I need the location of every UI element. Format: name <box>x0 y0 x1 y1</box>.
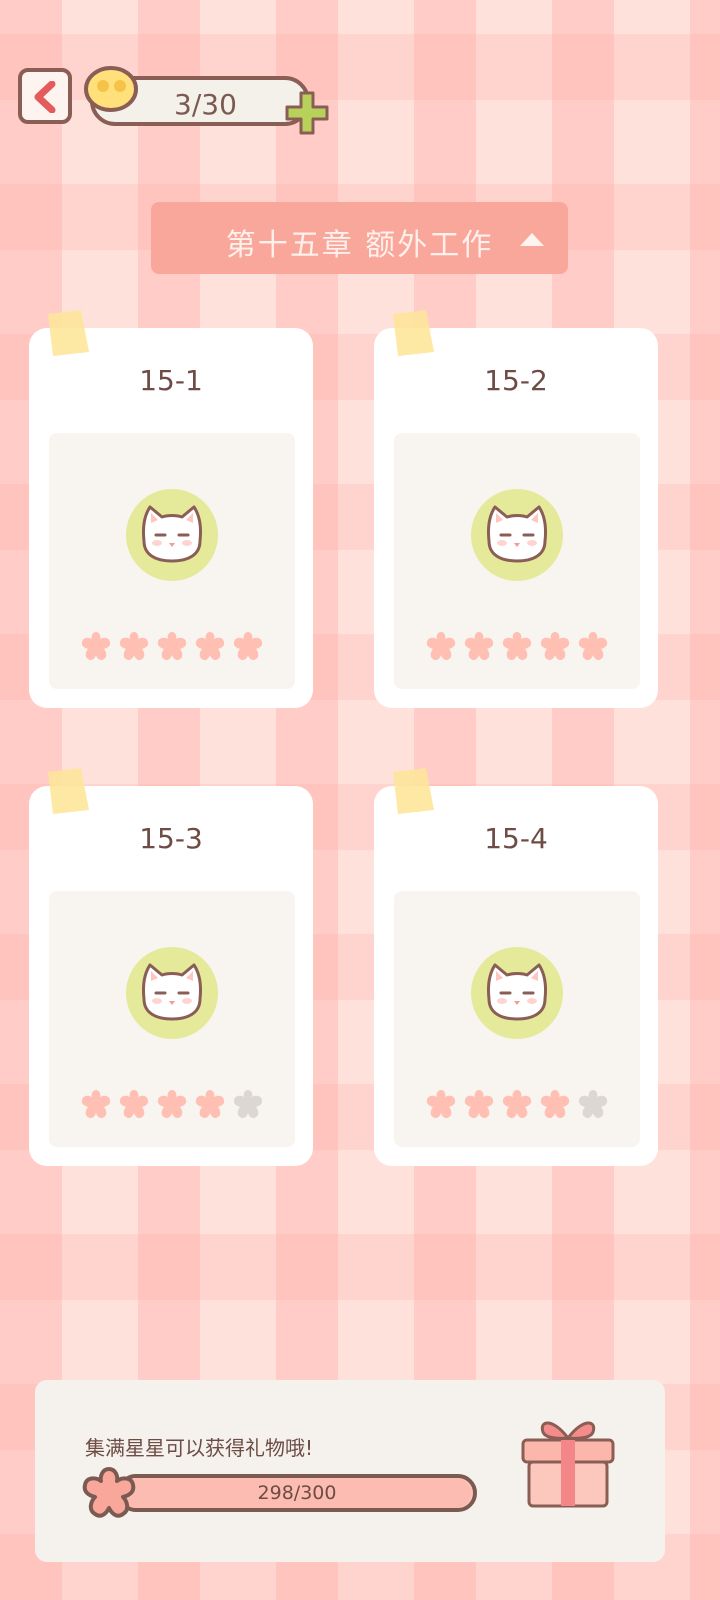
level-label: 15-2 <box>484 364 548 397</box>
star-filled-icon <box>502 632 532 661</box>
star-filled-icon <box>540 1090 570 1119</box>
star-filled-icon <box>464 1090 494 1119</box>
star-filled-icon <box>502 1090 532 1119</box>
chevron-left-icon <box>34 81 56 113</box>
progress-text: 298/300 <box>257 1482 337 1504</box>
star-empty-icon <box>233 1090 263 1119</box>
top-bar: 3/30 <box>18 66 338 136</box>
back-button[interactable] <box>18 68 72 124</box>
level-preview <box>49 433 295 689</box>
star-filled-icon <box>119 632 149 661</box>
tape-decoration <box>48 310 89 356</box>
star-rating <box>79 629 269 663</box>
star-filled-icon <box>157 1090 187 1119</box>
level-label: 15-4 <box>484 822 548 855</box>
add-coin-button[interactable] <box>284 90 330 136</box>
star-filled-icon <box>81 632 111 661</box>
tape-decoration <box>393 768 434 814</box>
cat-avatar-icon <box>471 947 563 1039</box>
gift-progress-panel: 集满星星可以获得礼物哦! 298/300 <box>35 1380 665 1562</box>
star-filled-icon <box>195 1090 225 1119</box>
coin-face-icon <box>84 66 138 112</box>
star-empty-icon <box>578 1090 608 1119</box>
tape-decoration <box>48 768 89 814</box>
tape-decoration <box>393 310 434 356</box>
level-label: 15-3 <box>139 822 203 855</box>
star-filled-icon <box>426 632 456 661</box>
cat-avatar-icon <box>126 947 218 1039</box>
star-filled-icon <box>426 1090 456 1119</box>
gift-message: 集满星星可以获得礼物哦! <box>85 1436 314 1460</box>
star-filled-icon <box>81 1090 111 1119</box>
star-filled-icon <box>157 632 187 661</box>
star-filled-icon <box>464 632 494 661</box>
level-card[interactable]: 15-3 <box>29 768 313 1166</box>
level-label: 15-1 <box>139 364 203 397</box>
star-filled-icon <box>119 1090 149 1119</box>
coin-count: 3/30 <box>174 88 237 121</box>
chapter-selector[interactable]: 第十五章 额外工作 <box>151 202 568 274</box>
collapse-arrow-icon <box>520 233 544 246</box>
level-preview <box>394 433 640 689</box>
level-card[interactable]: 15-1 <box>29 310 313 708</box>
star-rating <box>424 1087 614 1121</box>
star-progress-bar: 298/300 <box>117 1474 477 1512</box>
level-card[interactable]: 15-4 <box>374 768 658 1166</box>
chapter-title: 第十五章 额外工作 <box>225 228 494 263</box>
star-filled-icon <box>578 632 608 661</box>
star-rating <box>79 1087 269 1121</box>
cat-avatar-icon <box>471 489 563 581</box>
flower-star-icon <box>82 1467 136 1518</box>
star-filled-icon <box>540 632 570 661</box>
star-rating <box>424 629 614 663</box>
star-filled-icon <box>233 632 263 661</box>
level-preview <box>394 891 640 1147</box>
gift-box-icon[interactable] <box>513 1404 623 1514</box>
level-card[interactable]: 15-2 <box>374 310 658 708</box>
level-preview <box>49 891 295 1147</box>
cat-avatar-icon <box>126 489 218 581</box>
star-filled-icon <box>195 632 225 661</box>
